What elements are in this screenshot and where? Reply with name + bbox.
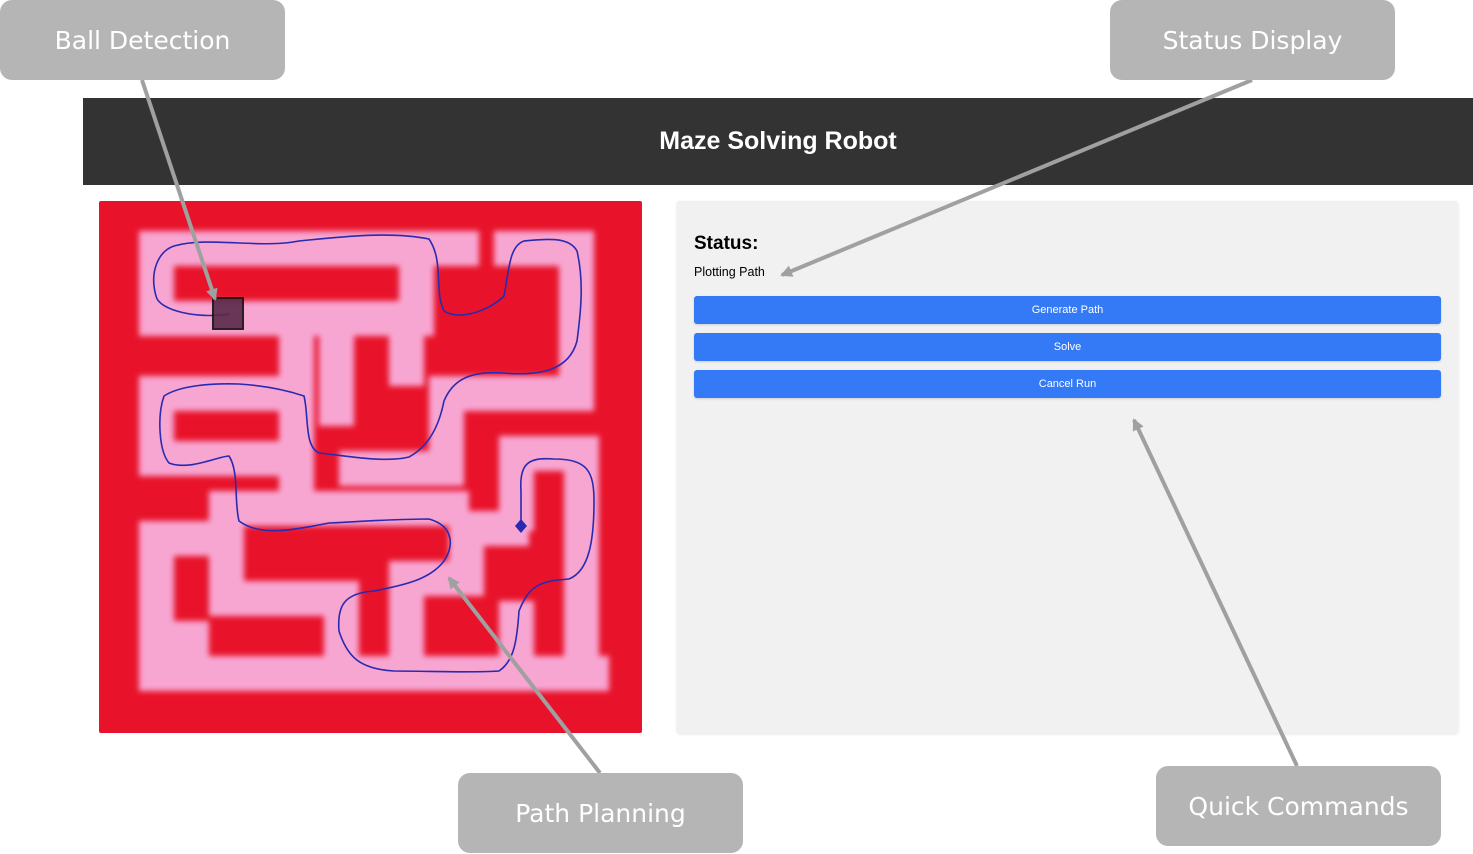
status-label: Status: [694, 233, 759, 254]
maze-camera-view [99, 201, 642, 733]
callout-ball-detection: Ball Detection [0, 0, 285, 80]
generate-path-button[interactable]: Generate Path [694, 296, 1441, 324]
app-title: Maze Solving Robot [659, 127, 897, 155]
cancel-run-button[interactable]: Cancel Run [694, 370, 1441, 398]
callout-path-planning-label: Path Planning [515, 798, 686, 828]
callout-status-display: Status Display [1110, 0, 1395, 80]
status-value: Plotting Path [694, 265, 765, 279]
callout-quick-commands: Quick Commands [1156, 766, 1441, 846]
solve-button[interactable]: Solve [694, 333, 1441, 361]
square-marker-icon [212, 297, 244, 330]
callout-quick-commands-label: Quick Commands [1188, 791, 1409, 821]
callout-ball-detection-label: Ball Detection [54, 25, 231, 55]
control-panel: Status: Plotting Path Generate Path Solv… [677, 201, 1458, 733]
app-header: Maze Solving Robot [83, 98, 1473, 185]
callout-status-display-label: Status Display [1162, 25, 1343, 55]
callout-path-planning: Path Planning [458, 773, 743, 853]
